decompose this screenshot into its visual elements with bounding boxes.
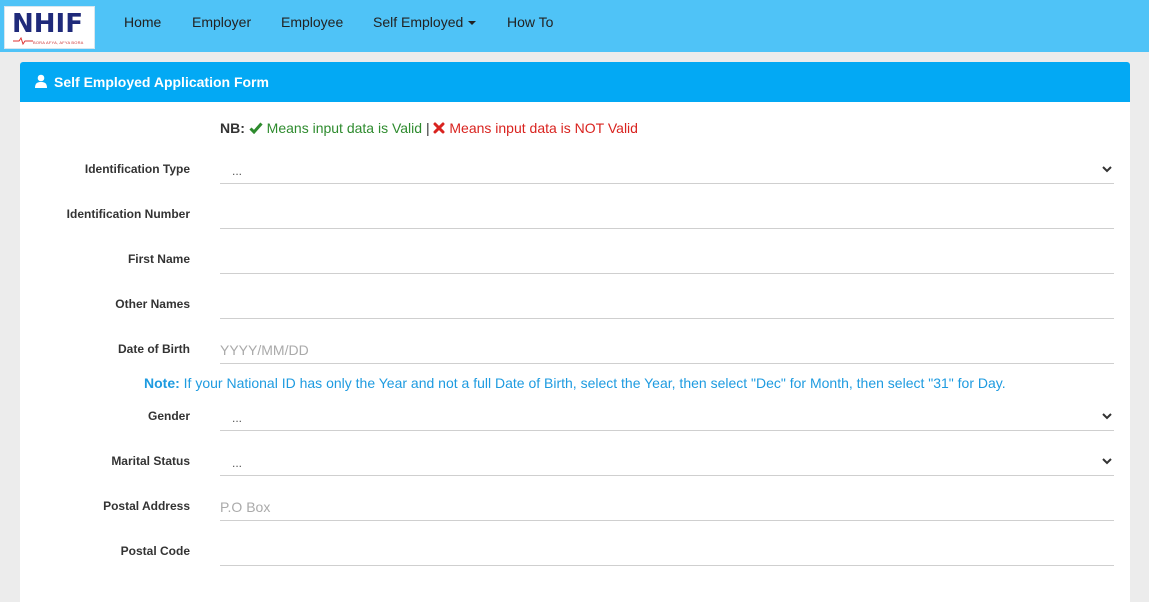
gender-label: Gender [147,409,190,423]
nav-how-to[interactable]: How To [507,14,553,30]
nav-self-employed-dropdown[interactable]: Self Employed [373,14,477,30]
caret-down-icon [468,21,477,26]
identification-number-label: Identification Number [66,207,190,221]
marital-status-label: Marital Status [111,454,190,468]
nav-self-employed-label: Self Employed [373,14,464,30]
postal-code-input[interactable] [220,538,1114,566]
heartbeat-line-icon [13,37,33,45]
date-of-birth-input[interactable]: YYYY/MM/DD [220,336,1114,364]
first-name-label: First Name [127,252,190,266]
application-form-panel: Self Employed Application Form NB: Means… [20,62,1130,602]
top-navbar: NHIF BORA AFYA, AFYA BORA Home Employer … [0,0,1149,52]
date-of-birth-note: Note: If your National ID has only the Y… [144,375,1006,391]
cross-icon [433,122,445,134]
identification-type-value: ... [232,164,243,178]
date-of-birth-placeholder: YYYY/MM/DD [220,342,309,358]
invalid-text: Means input data is NOT Valid [449,120,638,136]
identification-number-input[interactable] [220,201,1114,229]
panel-title: Self Employed Application Form [54,74,269,90]
note-label: Note: [144,375,180,391]
panel-heading: Self Employed Application Form [20,62,1130,102]
valid-text: Means input data is Valid [266,120,423,136]
identification-type-label: Identification Type [84,162,190,176]
checkmark-icon [249,122,263,135]
postal-address-label: Postal Address [103,499,190,513]
postal-address-input[interactable]: P.O Box [220,493,1114,521]
other-names-label: Other Names [115,297,190,311]
logo-tagline: BORA AFYA, AFYA BORA [33,40,84,45]
date-of-birth-label: Date of Birth [118,342,190,356]
other-names-input[interactable] [220,291,1114,319]
marital-status-select[interactable]: ... [220,448,1114,476]
marital-status-value: ... [232,456,243,470]
gender-value: ... [232,411,243,425]
legend-separator: | [425,120,430,136]
chevron-down-icon [1102,413,1112,420]
nav-employer[interactable]: Employer [192,14,251,30]
nb-label: NB: [220,120,245,136]
logo-mark: NHIF [12,9,83,39]
chevron-down-icon [1102,458,1112,465]
postal-address-placeholder: P.O Box [220,499,271,515]
nav-employee[interactable]: Employee [281,14,343,30]
nav-home[interactable]: Home [124,14,161,30]
chevron-down-icon [1102,166,1112,173]
validation-legend: NB: Means input data is Valid | Means in… [220,120,638,136]
note-text: If your National ID has only the Year an… [183,375,1006,391]
first-name-input[interactable] [220,246,1114,274]
postal-code-label: Postal Code [120,544,190,558]
identification-type-select[interactable]: ... [220,156,1114,184]
gender-select[interactable]: ... [220,403,1114,431]
nhif-logo[interactable]: NHIF BORA AFYA, AFYA BORA [4,6,95,49]
user-icon [35,74,47,88]
